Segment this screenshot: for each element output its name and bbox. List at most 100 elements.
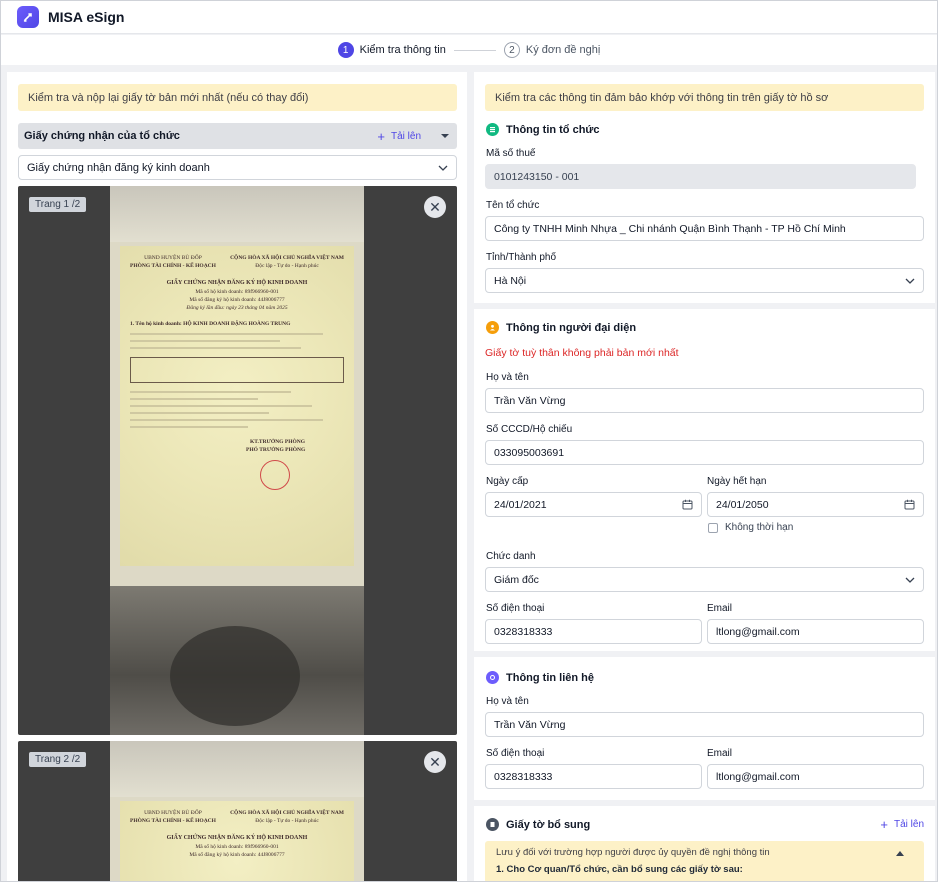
cert-issuer-left-1: UBND HUYỆN BÙ ĐỐP [144, 255, 202, 261]
chevron-down-icon [438, 165, 448, 171]
verify-notice: Kiểm tra các thông tin đảm bảo khớp với … [485, 84, 924, 111]
expiry-date-field[interactable]: 24/01/2050 [707, 492, 924, 517]
authorization-note: Lưu ý đối với trường hợp người được ủy q… [485, 841, 924, 881]
representative-card: Thông tin người đại diện Giấy tờ tuỳ thâ… [474, 309, 935, 651]
close-icon[interactable]: ✕ [424, 196, 446, 218]
building-icon [486, 123, 499, 136]
chevron-down-icon [905, 577, 915, 583]
city-label: Tỉnh/Thành phố [486, 252, 557, 263]
doc-type-value: Giấy chứng nhận đăng ký kinh doanh [27, 161, 210, 174]
contact-email-field[interactable]: ltlong@gmail.com [707, 764, 924, 789]
page-viewer-1: UBND HUYỆN BÙ ĐỐP PHÒNG TÀI CHÍNH - KẾ HO… [18, 186, 457, 735]
cert-line-1: Mã số hộ kinh doanh: 89f966960-001 [195, 288, 279, 295]
card-title-text: Thông tin người đại diện [506, 321, 637, 334]
position-label: Chức danh [486, 551, 536, 562]
app-title: MISA eSign [48, 9, 125, 25]
expiry-date-value: 24/01/2050 [716, 498, 769, 511]
cert-issuer-left-2: PHÒNG TÀI CHÍNH - KẾ HOẠCH [130, 818, 216, 825]
issue-date-value: 24/01/2021 [494, 498, 547, 511]
step-number: 2 [503, 42, 520, 58]
cert-signer-1: KT.TRƯỞNG PHÒNG [250, 438, 305, 445]
rep-phone-label: Số điện thoại [486, 603, 545, 614]
no-expiry-label: Không thời hạn [725, 522, 794, 533]
checkbox-box[interactable] [708, 522, 718, 533]
resubmit-notice: Kiểm tra và nộp lại giấy tờ bản mới nhất… [18, 84, 457, 111]
tax-code-value: 0101243150 - 001 [494, 170, 580, 183]
rep-fullname-field[interactable]: Trần Văn Vừng [485, 388, 924, 413]
supplementary-upload-button[interactable]: + Tải lên [880, 818, 924, 831]
note-item-1: 1. Cho Cơ quan/Tổ chức, cần bổ sung các … [496, 864, 743, 875]
cert-line-2: Mã số đăng ký hộ kinh doanh: 44J8006777 [189, 851, 285, 858]
cert-line-3: Đăng ký lần đầu: ngày 23 tháng 04 năm 20… [186, 305, 288, 311]
caret-down-icon[interactable] [441, 133, 449, 139]
page-tag: Trang 1 /2 [29, 197, 87, 212]
step-number: 1 [337, 42, 354, 58]
plus-icon: + [377, 128, 385, 144]
representative-title: Thông tin người đại diện [486, 321, 636, 334]
rep-email-field[interactable]: ltlong@gmail.com [707, 619, 924, 644]
cert-issuer-left-2: PHÒNG TÀI CHÍNH - KẾ HOẠCH [130, 263, 216, 270]
contact-phone-field[interactable]: 0328318333 [485, 764, 702, 789]
position-select[interactable]: Giám đốc [485, 567, 924, 592]
contact-email-label: Email [707, 748, 733, 759]
step-check-info[interactable]: 1 Kiểm tra thông tin [337, 42, 446, 58]
cert-name-line: 1. Tên hộ kinh doanh: HỘ KINH DOANH ĐẶNG… [130, 321, 291, 328]
upload-label: Tải lên [893, 819, 924, 830]
id-number-field[interactable]: 033095003691 [485, 440, 924, 465]
close-icon[interactable]: ✕ [424, 751, 446, 773]
cert-issuer-left-1: UBND HUYỆN BÙ ĐỐP [144, 810, 202, 816]
step-label: Kiểm tra thông tin [359, 44, 446, 56]
contact-card: Thông tin liên hệ Họ và tên Trần Văn Vừn… [474, 657, 935, 800]
tax-code-label: Mã số thuế [486, 148, 536, 159]
section-title: Giấy chứng nhận của tổ chức [24, 130, 180, 142]
upload-button[interactable]: + Tải lên [377, 130, 421, 143]
cert-issuer-right-1: CỘNG HÒA XÃ HỘI CHỦ NGHĨA VIỆT NAM [230, 810, 344, 816]
contact-phone-label: Số điện thoại [486, 748, 545, 759]
supplementary-docs-card: Giấy tờ bổ sung + Tải lên Lưu ý đối với … [474, 806, 935, 881]
plus-icon: + [880, 817, 888, 832]
certificate-scan-image: UBND HUYỆN BÙ ĐỐP PHÒNG TÀI CHÍNH - KẾ HO… [110, 186, 364, 735]
contact-fullname-field[interactable]: Trần Văn Vừng [485, 712, 924, 737]
cert-issuer-right-2: Độc lập - Tự do - Hạnh phúc [255, 818, 319, 825]
position-value: Giám đốc [494, 573, 539, 586]
cert-issuer-right-2: Độc lập - Tự do - Hạnh phúc [255, 263, 319, 270]
rep-fullname-label: Họ và tên [486, 372, 529, 383]
top-bar: MISA eSign [1, 1, 937, 34]
issue-date-label: Ngày cấp [486, 476, 529, 487]
expiry-date-label: Ngày hết hạn [707, 476, 767, 487]
org-info-card: Kiểm tra các thông tin đảm bảo khớp với … [474, 72, 935, 303]
cert-issuer-right-1: CỘNG HÒA XÃ HỘI CHỦ NGHĨA VIỆT NAM [230, 255, 344, 261]
issue-date-field[interactable]: 24/01/2021 [485, 492, 702, 517]
user-icon [486, 321, 499, 334]
rep-email-value: ltlong@gmail.com [716, 625, 800, 638]
document-icon [486, 818, 499, 831]
city-select[interactable]: Hà Nội [485, 268, 924, 293]
rep-fullname-value: Trần Văn Vừng [494, 394, 566, 407]
no-expiry-checkbox[interactable]: Không thời hạn [708, 522, 793, 533]
doc-type-select[interactable]: Giấy chứng nhận đăng ký kinh doanh [18, 155, 457, 180]
calendar-icon[interactable] [682, 499, 693, 510]
cert-line-1: Mã số hộ kinh doanh: 89f966960-001 [195, 843, 279, 850]
org-name-label: Tên tổ chức [486, 200, 540, 211]
org-name-value: Công ty TNHH Minh Nhựa _ Chi nhánh Quận … [494, 222, 846, 235]
calendar-icon[interactable] [904, 499, 915, 510]
tax-code-field: 0101243150 - 001 [485, 164, 916, 189]
contact-fullname-label: Họ và tên [486, 696, 529, 707]
org-certificate-section-header: Giấy chứng nhận của tổ chức + Tải lên [18, 123, 457, 149]
upload-label: Tải lên [390, 130, 421, 142]
card-title-text: Thông tin tổ chức [506, 123, 600, 136]
id-number-value: 033095003691 [494, 446, 565, 459]
rep-phone-field[interactable]: 0328318333 [485, 619, 702, 644]
city-value: Hà Nội [494, 274, 527, 287]
step-sign-request[interactable]: 2 Ký đơn đề nghị [503, 42, 600, 58]
contact-phone-value: 0328318333 [494, 770, 553, 783]
page-viewer-2: UBND HUYỆN BÙ ĐỐP PHÒNG TÀI CHÍNH - KẾ HO… [18, 741, 457, 881]
org-name-field[interactable]: Công ty TNHH Minh Nhựa _ Chi nhánh Quận … [485, 216, 924, 241]
cert-signer-2: PHÓ TRƯỞNG PHÒNG [246, 446, 306, 453]
note-title: Lưu ý đối với trường hợp người được ủy q… [496, 847, 770, 858]
caret-up-icon[interactable] [896, 851, 904, 856]
contact-email-value: ltlong@gmail.com [716, 770, 800, 783]
contact-icon [486, 671, 499, 684]
org-info-title: Thông tin tổ chức [486, 123, 600, 136]
contact-title: Thông tin liên hệ [486, 671, 594, 684]
